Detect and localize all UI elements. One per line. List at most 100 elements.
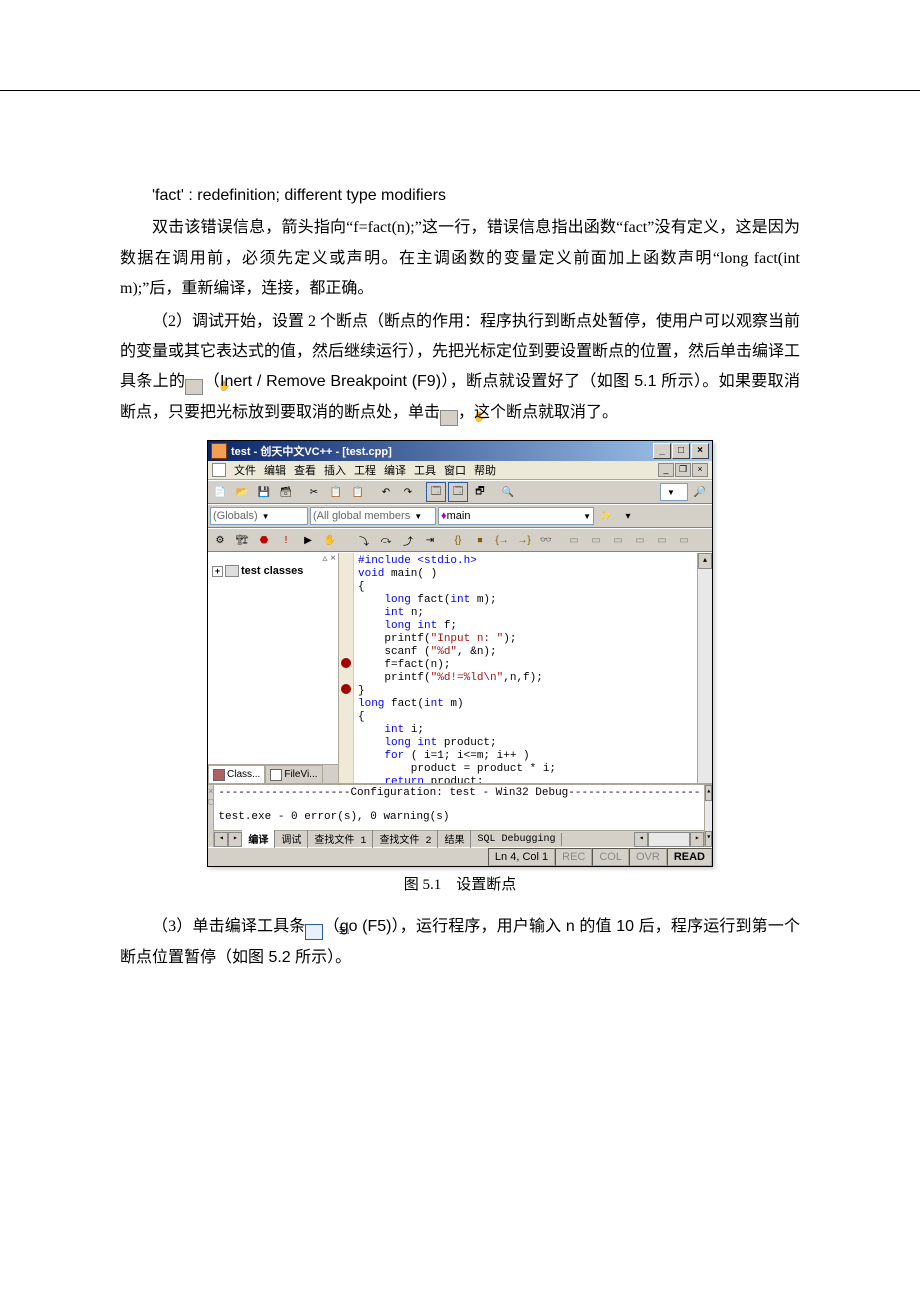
- restart-icon[interactable]: {}: [448, 530, 468, 550]
- save-all-icon[interactable]: 🗃: [276, 482, 296, 502]
- go-icon[interactable]: ▶: [298, 530, 318, 550]
- scroll-down-icon[interactable]: ▾: [705, 831, 712, 847]
- status-read: READ: [667, 848, 712, 866]
- go-run-icon: ≣↓: [305, 924, 323, 940]
- output-hscroll-track[interactable]: [648, 832, 690, 847]
- menu-view[interactable]: 查看: [294, 462, 316, 478]
- callstack-icon[interactable]: ▭: [652, 530, 672, 550]
- window-title: test - 创天中文VC++ - [test.cpp]: [231, 443, 392, 459]
- registers-icon[interactable]: ▭: [608, 530, 628, 550]
- variables-icon[interactable]: ▭: [586, 530, 606, 550]
- mdi-restore[interactable]: ❐: [675, 463, 691, 477]
- output-icon[interactable]: 🗔: [448, 482, 468, 502]
- expand-icon[interactable]: +: [212, 566, 223, 577]
- output-tab-build[interactable]: 编译: [242, 830, 275, 848]
- open-icon[interactable]: 📂: [232, 482, 252, 502]
- show-next-icon[interactable]: →}: [514, 530, 534, 550]
- mdi-minimize[interactable]: _: [658, 463, 674, 477]
- maximize-button[interactable]: □: [672, 443, 690, 459]
- step-over-icon[interactable]: ⤼: [376, 530, 396, 550]
- next-statement-icon[interactable]: {→: [492, 530, 512, 550]
- watch-icon[interactable]: ▭: [564, 530, 584, 550]
- cut-icon[interactable]: ✂: [304, 482, 324, 502]
- stop-build-icon[interactable]: ⬣: [254, 530, 274, 550]
- step-out-icon[interactable]: ⤴: [398, 530, 418, 550]
- tab-scroll-left-icon[interactable]: ◂: [214, 832, 228, 847]
- app-icon: [211, 443, 227, 459]
- copy-icon[interactable]: 📋: [326, 482, 346, 502]
- menu-edit[interactable]: 编辑: [264, 462, 286, 478]
- classview-tab[interactable]: Class...: [208, 765, 265, 783]
- wand-icon[interactable]: ✨: [596, 506, 616, 526]
- menu-tools[interactable]: 工具: [414, 462, 436, 478]
- mdi-buttons: _ ❐ ×: [658, 463, 708, 477]
- menu-bar: 文件 编辑 查看 插入 工程 编译 工具 窗口 帮助 _ ❐ ×: [208, 461, 712, 480]
- scope-combo[interactable]: (Globals)▼: [210, 507, 308, 525]
- tree-root[interactable]: + test classes: [212, 565, 334, 577]
- para-3: （3）单击编译工具条≣↓（go (F5)），运行程序，用户输入 n 的值 10 …: [120, 912, 800, 973]
- save-icon[interactable]: 💾: [254, 482, 274, 502]
- breakpoint-marker-icon[interactable]: [341, 684, 351, 694]
- output-tabs: ◂ ▸ 编译 调试 查找文件 1 查找文件 2 结果 SQL Debugging…: [214, 830, 704, 847]
- execute-icon[interactable]: !: [276, 530, 296, 550]
- breakpoint-marker-icon[interactable]: [341, 658, 351, 668]
- redo-icon[interactable]: ↷: [398, 482, 418, 502]
- scroll-up-icon[interactable]: ▴: [698, 553, 712, 569]
- editor-vscroll[interactable]: ▴ ▾: [697, 553, 712, 804]
- wand-dropdown-icon[interactable]: ▾: [618, 506, 638, 526]
- build-icon[interactable]: 🏗: [232, 530, 252, 550]
- code-area[interactable]: #include <stdio.h> void main( ) { long f…: [354, 553, 697, 804]
- undo-icon[interactable]: ↶: [376, 482, 396, 502]
- para-1: 双击该错误信息，箭头指向“f=fact(n);”这一行，错误信息指出函数“fac…: [120, 213, 800, 304]
- memory-icon[interactable]: ▭: [630, 530, 650, 550]
- title-bar[interactable]: test - 创天中文VC++ - [test.cpp] _ □ ×: [208, 441, 712, 461]
- function-combo[interactable]: ♦ main▼: [438, 507, 594, 525]
- new-icon[interactable]: 📄: [210, 482, 230, 502]
- members-combo[interactable]: (All global members▼: [310, 507, 436, 525]
- menu-help[interactable]: 帮助: [474, 462, 496, 478]
- run-to-cursor-icon[interactable]: ⇥: [420, 530, 440, 550]
- breakpoint-gutter[interactable]: [339, 553, 354, 804]
- class-tree[interactable]: ▵ × + test classes: [208, 553, 338, 764]
- find-icon[interactable]: 🔍: [498, 482, 518, 502]
- pane-close-icon[interactable]: ▵ ×: [322, 553, 336, 564]
- menu-window[interactable]: 窗口: [444, 462, 466, 478]
- step-into-icon[interactable]: ⤵: [354, 530, 374, 550]
- disassembly-icon[interactable]: ▭: [674, 530, 694, 550]
- menu-project[interactable]: 工程: [354, 462, 376, 478]
- mdi-close[interactable]: ×: [692, 463, 708, 477]
- build-toolbar: ⚙ 🏗 ⬣ ! ▶ ✋ ⤵ ⤼ ⤴ ⇥ {} ⏹ {→ →} 👓 ▭ ▭ ▭ ▭…: [208, 528, 712, 552]
- close-button[interactable]: ×: [691, 443, 709, 459]
- minimize-button[interactable]: _: [653, 443, 671, 459]
- output-tab-find2[interactable]: 查找文件 2: [373, 830, 438, 848]
- scroll-up-icon[interactable]: ▴: [705, 785, 712, 801]
- status-bar: Ln 4, Col 1 REC COL OVR READ: [208, 847, 712, 866]
- window-list-icon[interactable]: 🗗: [470, 482, 490, 502]
- standard-toolbar: 📄 📂 💾 🗃 ✂ 📋 📋 ↶ ↷ 🗔 🗔 🗗 🔍 ▼ 🔎: [208, 480, 712, 504]
- code-editor[interactable]: #include <stdio.h> void main( ) { long f…: [339, 553, 712, 804]
- stop-icon[interactable]: ⏹: [470, 530, 490, 550]
- find-in-files-icon[interactable]: 🔎: [690, 482, 710, 502]
- menu-insert[interactable]: 插入: [324, 462, 346, 478]
- output-tab-debug[interactable]: 调试: [275, 830, 308, 848]
- output-text[interactable]: --------------------Configuration: test …: [214, 785, 704, 830]
- para-3a: （3）单击编译工具条: [152, 918, 305, 935]
- menu-file[interactable]: 文件: [234, 462, 256, 478]
- output-hscroll-left-icon[interactable]: ◂: [634, 832, 648, 847]
- output-tab-find1[interactable]: 查找文件 1: [308, 830, 373, 848]
- output-vscroll[interactable]: ▴ ▾: [704, 785, 712, 847]
- compile-icon[interactable]: ⚙: [210, 530, 230, 550]
- quickwatch-icon[interactable]: 👓: [536, 530, 556, 550]
- output-tab-sql[interactable]: SQL Debugging: [471, 833, 562, 846]
- breakpoint-icon[interactable]: ✋: [320, 530, 340, 550]
- workspace-icon[interactable]: 🗔: [426, 482, 446, 502]
- menu-build[interactable]: 编译: [384, 462, 406, 478]
- output-hscroll-right-icon[interactable]: ▸: [690, 832, 704, 847]
- paste-icon[interactable]: 📋: [348, 482, 368, 502]
- document-icon: [212, 463, 226, 477]
- fileview-tab[interactable]: FileVi...: [265, 765, 322, 783]
- output-tab-results[interactable]: 结果: [438, 830, 471, 848]
- find-combo[interactable]: ▼: [660, 483, 688, 501]
- tab-scroll-right-icon[interactable]: ▸: [228, 832, 242, 847]
- classview-icon: [213, 769, 225, 781]
